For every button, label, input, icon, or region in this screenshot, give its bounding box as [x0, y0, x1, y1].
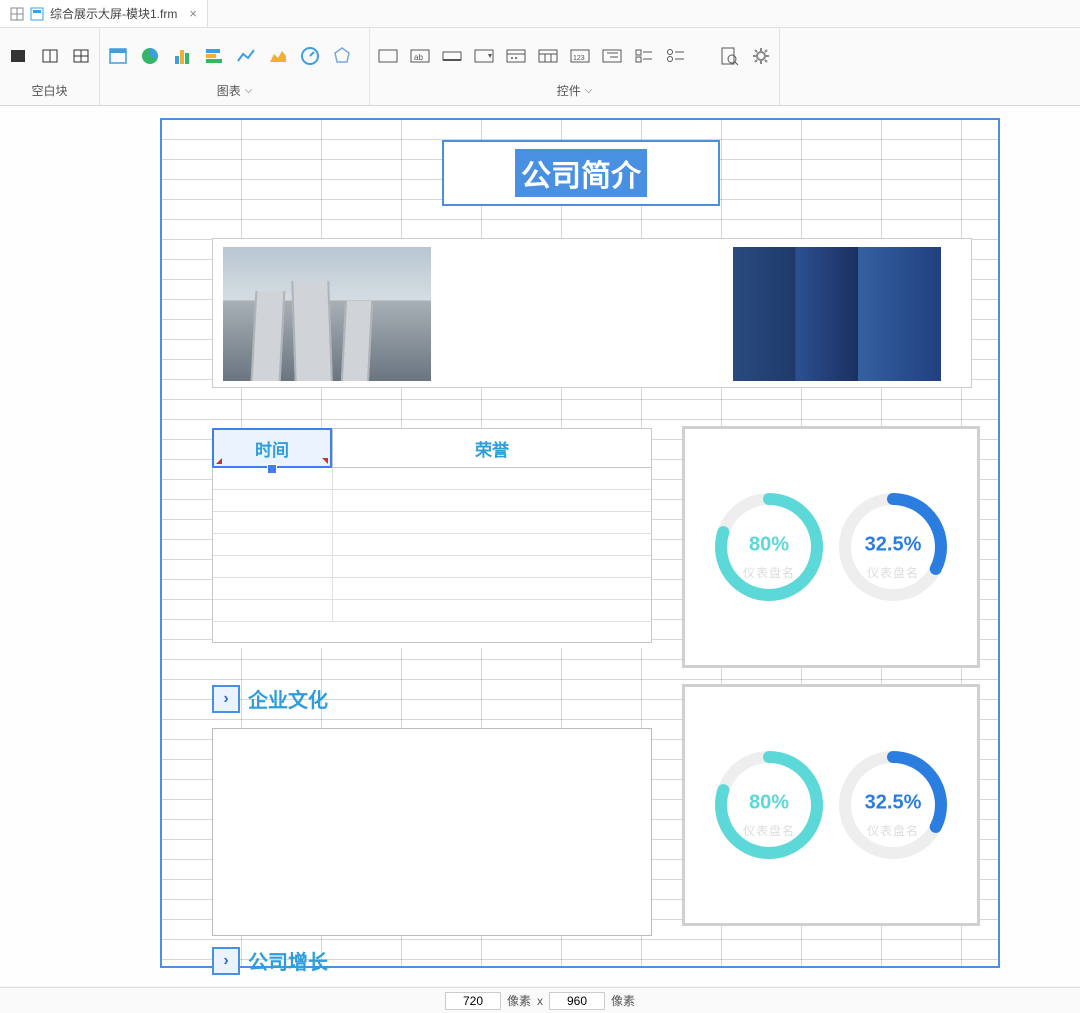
- dropdown-control-icon[interactable]: [474, 46, 494, 66]
- section-culture[interactable]: › 企业文化: [212, 684, 328, 713]
- tree-control-icon[interactable]: [602, 46, 622, 66]
- x-label: x: [537, 994, 543, 1008]
- height-input[interactable]: [549, 992, 605, 1010]
- gauge-left: 80% 仪表盘名: [709, 745, 829, 865]
- gauge-subtitle: 仪表盘名: [743, 564, 795, 581]
- table-row[interactable]: [213, 468, 651, 490]
- file-tab[interactable]: 综合展示大屏-模块1.frm ×: [0, 0, 208, 27]
- tab-bar: 综合展示大屏-模块1.frm ×: [0, 0, 1080, 28]
- gauge-right: 32.5% 仪表盘名: [833, 745, 953, 865]
- image-placeholder-office[interactable]: [733, 247, 941, 381]
- gauge-chart-icon[interactable]: [300, 46, 320, 66]
- unit-label: 像素: [507, 992, 531, 1009]
- form-icon: [30, 7, 44, 21]
- honor-table[interactable]: 时间 荣誉: [212, 428, 652, 648]
- bar-chart-icon[interactable]: [172, 46, 192, 66]
- gauge-value: 80%: [749, 791, 789, 814]
- gear-icon[interactable]: [751, 46, 771, 66]
- title-block[interactable]: 公司简介: [442, 140, 720, 206]
- date-control-icon[interactable]: [506, 46, 526, 66]
- table-row[interactable]: [213, 534, 651, 556]
- table-row[interactable]: [213, 600, 651, 622]
- svg-text:123: 123: [573, 55, 585, 62]
- chevron-down-icon[interactable]: ⌵: [245, 85, 253, 96]
- button-control-icon[interactable]: [442, 46, 462, 66]
- image-row[interactable]: [212, 238, 972, 388]
- toolbar-group-control: ab 123 控件 ⌵: [370, 28, 780, 105]
- pie-chart-icon[interactable]: [140, 46, 160, 66]
- section-label: 企业文化: [248, 684, 328, 713]
- gauge-left: 80% 仪表盘名: [709, 487, 829, 607]
- table-chart-icon[interactable]: [108, 46, 128, 66]
- tab-title: 综合展示大屏-模块1.frm: [50, 5, 177, 22]
- gauge-value: 80%: [749, 533, 789, 556]
- number-control-icon[interactable]: 123: [570, 46, 590, 66]
- table-row[interactable]: [213, 556, 651, 578]
- svg-text:ab: ab: [414, 53, 423, 62]
- block-grid-icon[interactable]: [71, 46, 91, 66]
- toolbar: 空白块 图表 ⌵ ab 123: [0, 28, 1080, 106]
- radar-chart-icon[interactable]: [332, 46, 352, 66]
- table-body[interactable]: [212, 468, 652, 643]
- hbar-chart-icon[interactable]: [204, 46, 224, 66]
- chevron-right-icon: ›: [212, 947, 240, 975]
- section-growth[interactable]: › 公司增长: [212, 946, 328, 975]
- preview-icon[interactable]: [719, 46, 739, 66]
- gauge-card-1[interactable]: 80% 仪表盘名 32.5% 仪表盘名: [682, 426, 980, 668]
- design-canvas[interactable]: 公司简介 时间 荣誉: [0, 106, 1080, 986]
- close-icon[interactable]: ×: [189, 6, 197, 21]
- line-chart-icon[interactable]: [236, 46, 256, 66]
- calendar-control-icon[interactable]: [538, 46, 558, 66]
- check-control-icon[interactable]: [634, 46, 654, 66]
- chevron-right-icon: ›: [212, 685, 240, 713]
- triangle-icon: [216, 458, 222, 464]
- textarea-block[interactable]: [212, 728, 652, 936]
- table-row[interactable]: [213, 578, 651, 600]
- gauge-subtitle: 仪表盘名: [867, 822, 919, 839]
- toolbar-group-chart: 图表 ⌵: [100, 28, 370, 105]
- gauge-value: 32.5%: [865, 791, 922, 814]
- gauge-right: 32.5% 仪表盘名: [833, 487, 953, 607]
- block-solid-icon[interactable]: [8, 46, 28, 66]
- chevron-down-icon[interactable]: ⌵: [585, 85, 593, 96]
- width-input[interactable]: [445, 992, 501, 1010]
- triangle-icon: [322, 458, 328, 464]
- toolbar-label-blank: 空白块: [8, 78, 91, 105]
- label-control-icon[interactable]: [378, 46, 398, 66]
- form-grid[interactable]: 公司简介 时间 荣誉: [160, 118, 1000, 968]
- layout-icon: [10, 7, 24, 21]
- page-title: 公司简介: [515, 149, 647, 197]
- table-header-honor[interactable]: 荣誉: [332, 428, 652, 468]
- table-row[interactable]: [213, 490, 651, 512]
- area-chart-icon[interactable]: [268, 46, 288, 66]
- gauge-value: 32.5%: [865, 533, 922, 556]
- section-label: 公司增长: [248, 946, 328, 975]
- image-placeholder-buildings[interactable]: [223, 247, 431, 381]
- gauge-subtitle: 仪表盘名: [743, 822, 795, 839]
- gauge-card-2[interactable]: 80% 仪表盘名 32.5% 仪表盘名: [682, 684, 980, 926]
- table-header-time[interactable]: 时间: [212, 428, 332, 468]
- gauge-subtitle: 仪表盘名: [867, 564, 919, 581]
- toolbar-group-blank: 空白块: [0, 28, 100, 105]
- text-control-icon[interactable]: ab: [410, 46, 430, 66]
- block-split-icon[interactable]: [40, 46, 60, 66]
- toolbar-label-chart[interactable]: 图表: [217, 82, 241, 99]
- table-row[interactable]: [213, 512, 651, 534]
- toolbar-label-control[interactable]: 控件: [557, 82, 581, 99]
- status-bar: 像素 x 像素: [0, 987, 1080, 1013]
- unit-label: 像素: [611, 992, 635, 1009]
- radio-control-icon[interactable]: [666, 46, 686, 66]
